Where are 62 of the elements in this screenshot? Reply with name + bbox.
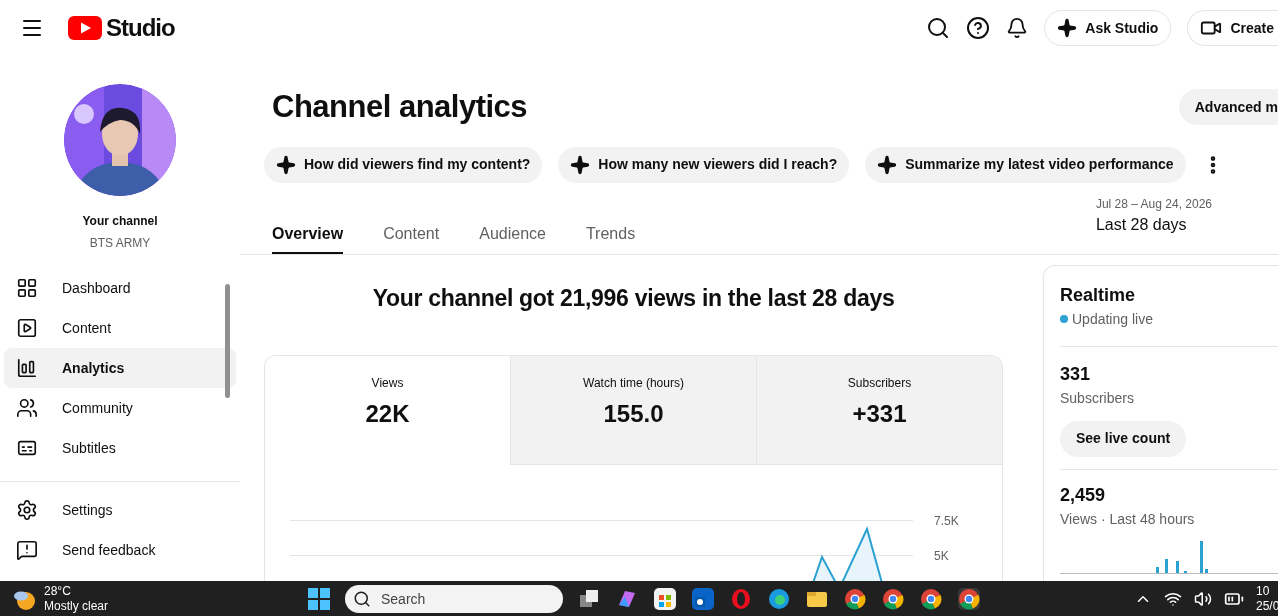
dashboard-icon bbox=[16, 277, 38, 299]
suggestion-chip[interactable]: Summarize my latest video performance bbox=[865, 146, 1186, 183]
weather-text: Mostly clear bbox=[44, 598, 108, 614]
tab[interactable]: Content bbox=[383, 216, 440, 254]
tab[interactable]: Audience bbox=[479, 216, 546, 254]
sparkle-icon bbox=[276, 154, 296, 175]
date-range-picker[interactable]: Jul 28 – Aug 24, 2026 Last 28 days bbox=[1095, 194, 1212, 237]
clock[interactable]: 10 25/0 bbox=[1256, 583, 1278, 614]
windows-start-icon[interactable] bbox=[307, 586, 331, 611]
mail-icon[interactable] bbox=[691, 586, 715, 611]
settings-icon bbox=[16, 499, 38, 521]
help-icon[interactable] bbox=[966, 16, 991, 40]
chrome-icon[interactable] bbox=[957, 586, 981, 611]
sidebar-item[interactable]: Dashboard bbox=[4, 268, 236, 308]
chrome-icon[interactable] bbox=[881, 586, 905, 611]
weather-temp: 28°C bbox=[44, 583, 72, 599]
views-headline: Your channel got 21,996 views in the last 28 days bbox=[371, 283, 896, 313]
suggestion-chip[interactable]: How did viewers find my content? bbox=[264, 146, 543, 183]
store-icon[interactable] bbox=[653, 586, 677, 611]
advanced-mode-button[interactable]: Advanced m bbox=[1178, 89, 1278, 126]
search-icon[interactable] bbox=[926, 16, 951, 40]
suggestion-chip[interactable]: How many new viewers did I reach? bbox=[558, 146, 850, 183]
video-icon bbox=[16, 317, 38, 339]
axis-label: 7.5K bbox=[934, 513, 959, 530]
sidebar-item[interactable]: Community bbox=[4, 388, 236, 428]
see-live-count-button[interactable]: See live count bbox=[1060, 420, 1187, 457]
scrollbar[interactable] bbox=[225, 284, 230, 398]
views-label: Views · Last 48 hours bbox=[1060, 509, 1196, 529]
subscriber-label: Subscribers bbox=[1060, 388, 1135, 408]
sidebar-item[interactable]: Analytics bbox=[4, 348, 236, 388]
subscriber-count: 331 bbox=[1060, 362, 1092, 386]
metric-tab[interactable]: Watch time (hours) 155.0 bbox=[510, 356, 756, 465]
channel-name: BTS ARMY bbox=[89, 235, 151, 252]
sidebar-item[interactable]: Send feedback bbox=[4, 530, 236, 570]
volume-icon[interactable] bbox=[1194, 589, 1212, 608]
opera-icon[interactable] bbox=[729, 586, 753, 611]
views-count: 2,459 bbox=[1060, 483, 1107, 507]
tab[interactable]: Trends bbox=[585, 216, 636, 254]
sidebar-item[interactable]: Content bbox=[4, 308, 236, 348]
people-icon bbox=[16, 397, 38, 419]
realtime-title: Realtime bbox=[1060, 283, 1137, 307]
live-status: Updating live bbox=[1072, 309, 1153, 329]
axis-label: 5K bbox=[934, 548, 949, 565]
taskbar-search-field[interactable]: Search bbox=[345, 584, 563, 613]
sparkle-icon bbox=[570, 154, 591, 175]
sparkle-icon bbox=[877, 154, 898, 175]
chrome-icon[interactable] bbox=[843, 586, 867, 611]
logo-icon bbox=[68, 16, 102, 40]
page-title: Channel analytics bbox=[272, 88, 528, 126]
sparkle-icon bbox=[1057, 18, 1078, 38]
sidebar-item[interactable]: Subtitles bbox=[4, 428, 236, 468]
chrome-icon[interactable] bbox=[919, 586, 943, 611]
tab[interactable]: Overview bbox=[272, 216, 344, 254]
sidebar-item[interactable]: Settings bbox=[4, 490, 236, 530]
bar-chart-icon bbox=[16, 357, 38, 379]
edge-icon[interactable] bbox=[767, 586, 791, 611]
search-icon bbox=[353, 589, 371, 608]
feedback-icon bbox=[16, 539, 38, 561]
metric-tab[interactable]: Subscribers +331 bbox=[756, 356, 1002, 465]
logo-text: Studio bbox=[106, 13, 175, 43]
channel-label: Your channel bbox=[82, 213, 158, 230]
bell-icon[interactable] bbox=[1006, 17, 1029, 39]
